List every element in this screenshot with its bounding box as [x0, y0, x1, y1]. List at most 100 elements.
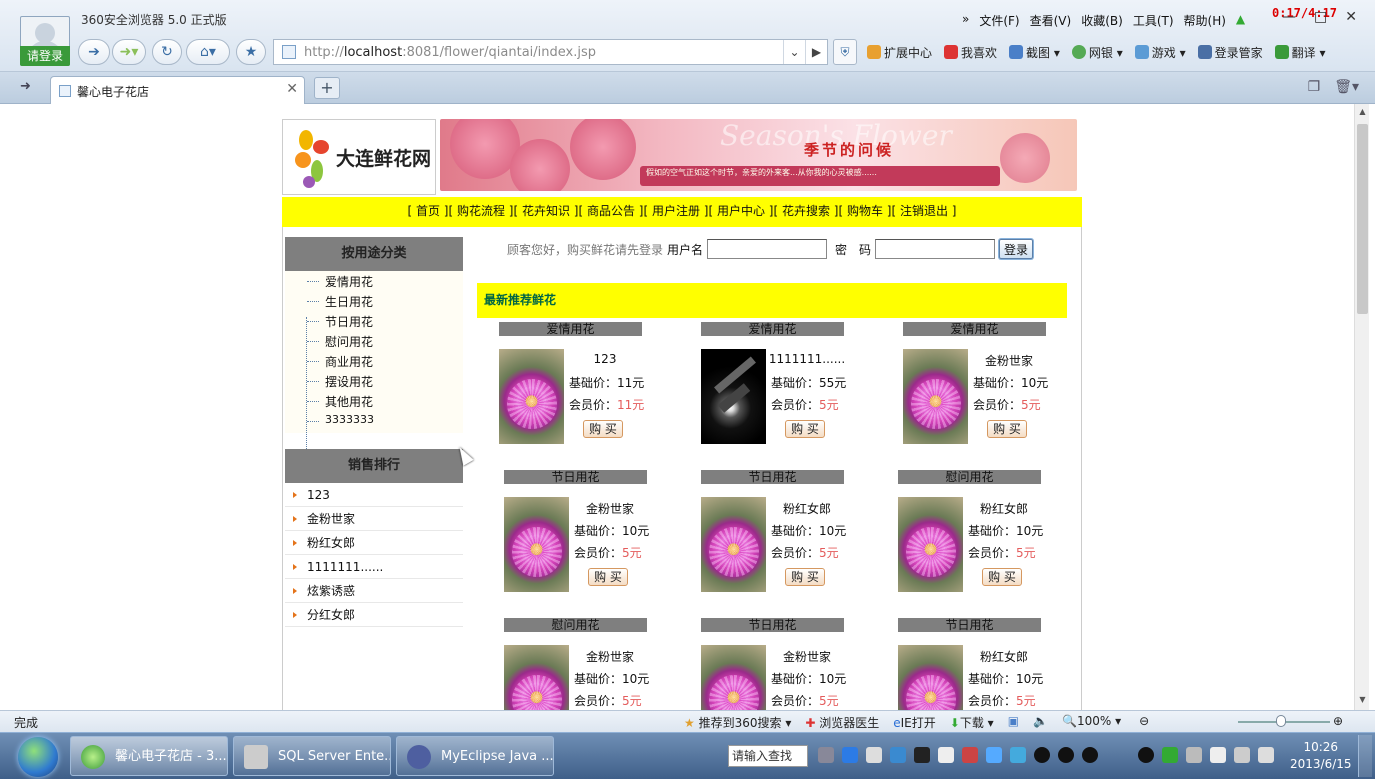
rank-item[interactable]: 分红女郎 — [285, 603, 463, 627]
task-sql-server[interactable]: SQL Server Ente... — [233, 736, 391, 776]
scroll-thumb[interactable] — [1357, 124, 1368, 314]
product-image[interactable] — [701, 645, 766, 710]
qq-icon[interactable] — [1082, 747, 1098, 763]
buy-button[interactable]: 购 买 — [583, 420, 623, 438]
product-name[interactable]: 金粉世家 — [969, 352, 1049, 369]
refresh-button[interactable]: ↻ — [152, 39, 182, 65]
nav-register[interactable]: [ 用户注册 ] — [644, 204, 709, 218]
ie-open-button[interactable]: eIE打开 — [893, 714, 936, 731]
category-holiday[interactable]: 节日用花 — [325, 313, 373, 330]
start-button[interactable] — [18, 737, 58, 777]
nav-cart[interactable]: [ 购物车 ] — [839, 204, 892, 218]
browser-login-button[interactable]: 请登录 — [20, 46, 70, 66]
forward-button[interactable]: ➜▾ — [112, 39, 146, 65]
tray-app-icon[interactable] — [986, 747, 1002, 763]
translate-button[interactable]: 翻译 ▾ — [1274, 44, 1325, 61]
nav-purchase-flow[interactable]: [ 购花流程 ] — [449, 204, 514, 218]
rank-item[interactable]: 123 — [285, 483, 463, 507]
category-love[interactable]: 爱情用花 — [325, 273, 373, 290]
keyboard-icon[interactable] — [818, 747, 834, 763]
screenshot-button[interactable]: 截图 ▾ — [1009, 44, 1060, 61]
tray-app-icon[interactable] — [890, 747, 906, 763]
password-input[interactable] — [875, 239, 996, 259]
nav-announcements[interactable]: [ 商品公告 ] — [579, 204, 644, 218]
home-button[interactable]: ⌂▾ — [186, 39, 230, 65]
close-icon[interactable]: ✕ — [286, 81, 298, 97]
umbrella-icon[interactable] — [1162, 747, 1178, 763]
tray-app-icon[interactable] — [914, 747, 930, 763]
tray-app-icon[interactable] — [1010, 747, 1026, 763]
address-bar[interactable]: http://localhost:8081/flower/qiantai/ind… — [273, 39, 828, 65]
category-business[interactable]: 商业用花 — [325, 353, 373, 370]
download-button[interactable]: ⬇下载 ▾ — [950, 714, 994, 731]
tray-app-icon[interactable] — [938, 747, 954, 763]
category-other[interactable]: 其他用花 — [325, 393, 373, 410]
nav-flower-search[interactable]: [ 花卉搜索 ] — [774, 204, 839, 218]
product-image[interactable] — [701, 497, 766, 592]
show-desktop-button[interactable] — [1358, 735, 1372, 777]
close-icon[interactable]: ✕ — [1345, 9, 1357, 25]
scroll-down-icon[interactable]: ▼ — [1357, 695, 1368, 707]
nav-logout[interactable]: [ 注销退出 ] — [892, 204, 957, 218]
category-condolence[interactable]: 慰问用花 — [325, 333, 373, 350]
volume-icon[interactable] — [1258, 747, 1274, 763]
rank-item[interactable]: 金粉世家 — [285, 507, 463, 531]
task-browser[interactable]: 馨心电子花店 - 3... — [70, 736, 228, 776]
product-name[interactable]: 粉红女郎 — [964, 500, 1044, 517]
task-myeclipse[interactable]: MyEclipse Java ... — [396, 736, 554, 776]
menu-more[interactable]: » — [962, 12, 969, 29]
tray-search-input[interactable]: 请输入查找 — [728, 745, 808, 767]
product-name[interactable]: 123 — [565, 352, 645, 366]
product-image[interactable] — [504, 497, 569, 592]
rank-item[interactable]: 炫紫诱惑 — [285, 579, 463, 603]
nav-flower-knowledge[interactable]: [ 花卉知识 ] — [514, 204, 579, 218]
product-image[interactable] — [903, 349, 968, 444]
menu-help[interactable]: 帮助(H) — [1184, 12, 1226, 29]
menu-file[interactable]: 文件(F) — [979, 12, 1019, 29]
nav-home[interactable]: [ 首页 ] — [408, 204, 449, 218]
extension-center-button[interactable]: 扩展中心 — [867, 44, 932, 61]
buy-button[interactable]: 购 买 — [588, 568, 628, 586]
menu-favorites[interactable]: 收藏(B) — [1081, 12, 1123, 29]
buy-button[interactable]: 购 买 — [982, 568, 1022, 586]
rank-item[interactable]: 1111111...... — [285, 555, 463, 579]
product-name[interactable]: 金粉世家 — [570, 500, 650, 517]
banking-button[interactable]: 网银 ▾ — [1071, 44, 1123, 61]
site-logo[interactable]: 大连鲜花网 — [282, 119, 436, 195]
restore-icon[interactable]: ❐ — [1308, 79, 1321, 95]
tray-app-icon[interactable] — [1186, 747, 1202, 763]
sidebar-toggle-icon[interactable]: ➜ — [20, 79, 38, 95]
maximize-icon[interactable]: □ — [1314, 9, 1327, 25]
shield-icon[interactable]: ⛨ — [833, 39, 857, 65]
tray-app-icon[interactable] — [962, 747, 978, 763]
product-name[interactable]: 粉红女郎 — [767, 500, 847, 517]
tray-app-icon[interactable] — [866, 747, 882, 763]
product-image[interactable] — [701, 349, 766, 444]
rank-item[interactable]: 粉红女郎 — [285, 531, 463, 555]
category-decor[interactable]: 摆设用花 — [325, 373, 373, 390]
product-image[interactable] — [504, 645, 569, 710]
recommend-button[interactable]: ★ 推荐到360搜索 ▾ — [684, 714, 791, 731]
network-icon[interactable] — [1234, 747, 1250, 763]
favorites-button[interactable]: 我喜欢 — [944, 44, 997, 61]
qq-icon[interactable] — [1034, 747, 1050, 763]
browser-doctor-button[interactable]: ✚ 浏览器医生 — [805, 714, 879, 731]
address-url[interactable]: http://localhost:8081/flower/qiantai/ind… — [304, 45, 783, 60]
vertical-scrollbar[interactable]: ▲ ▼ — [1354, 104, 1369, 710]
window-icon[interactable]: ▣ — [1008, 714, 1019, 731]
zoom-in-icon[interactable]: ⊕ — [1333, 714, 1343, 728]
zoom-level[interactable]: 🔍100% ▾ — [1062, 714, 1121, 731]
clock[interactable]: 10:26 2013/6/15 — [1290, 739, 1352, 773]
buy-button[interactable]: 购 买 — [785, 420, 825, 438]
product-name[interactable]: 金粉世家 — [767, 648, 847, 665]
chevron-down-icon[interactable]: ⌄ — [783, 40, 805, 64]
tab-active[interactable]: 馨心电子花店 ✕ — [50, 76, 305, 104]
product-name[interactable]: 1111111...... — [767, 352, 847, 366]
product-name[interactable]: 粉红女郎 — [964, 648, 1044, 665]
scroll-up-icon[interactable]: ▲ — [1357, 107, 1368, 119]
favorite-button[interactable]: ★ — [236, 39, 266, 65]
games-button[interactable]: 游戏 ▾ — [1134, 44, 1186, 61]
qq-icon[interactable] — [1058, 747, 1074, 763]
zoom-slider-thumb[interactable] — [1276, 715, 1286, 727]
zoom-out-icon[interactable]: ⊖ — [1139, 714, 1149, 731]
